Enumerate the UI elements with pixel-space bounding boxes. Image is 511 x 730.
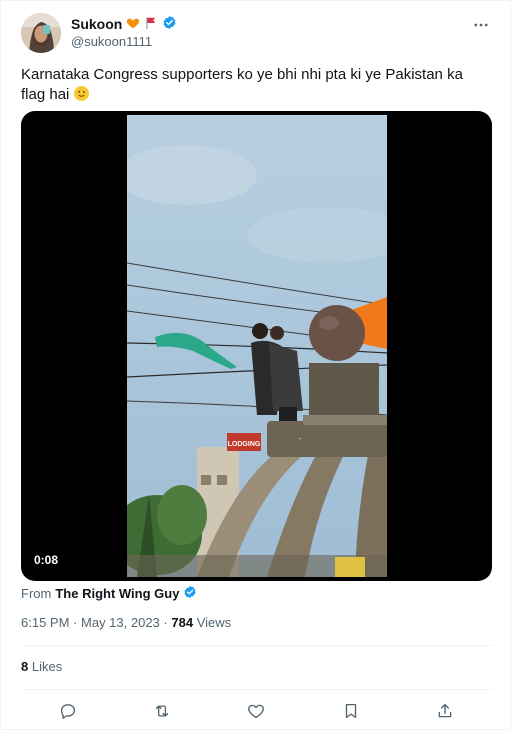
video-frame: LODGING - bbox=[127, 115, 387, 577]
author-name[interactable]: Sukoon bbox=[71, 16, 122, 32]
views-count: 784 bbox=[171, 615, 194, 630]
tweet-meta: 6:15 PM · May 13, 2023 · 784 Views bbox=[21, 615, 231, 630]
red-flag-icon bbox=[144, 16, 158, 33]
tweet-time[interactable]: 6:15 PM bbox=[21, 615, 69, 630]
action-bar bbox=[21, 697, 492, 725]
video-duration: 0:08 bbox=[29, 551, 64, 569]
tweet-header: Sukoon @sukoon1111 bbox=[21, 13, 497, 57]
svg-text:-: - bbox=[299, 434, 302, 443]
author-handle[interactable]: @sukoon1111 bbox=[71, 34, 152, 49]
likes-label: Likes bbox=[31, 659, 63, 674]
views-label: Views bbox=[196, 615, 232, 630]
tweet-card: Sukoon @sukoon1111 Karnataka Congress su… bbox=[0, 0, 511, 730]
likes-stat[interactable]: 8 Likes bbox=[21, 659, 62, 674]
attribution-source[interactable]: The Right Wing Guy bbox=[55, 586, 179, 601]
likes-count: 8 bbox=[21, 659, 29, 674]
tweet-text: Karnataka Congress supporters ko ye bhi … bbox=[21, 65, 491, 105]
orange-heart-icon bbox=[126, 16, 140, 33]
video-player[interactable]: LODGING - 0:08 bbox=[21, 111, 492, 581]
media-attribution: From The Right Wing Guy bbox=[21, 585, 197, 602]
tweet-date[interactable]: May 13, 2023 bbox=[81, 615, 160, 630]
divider bbox=[21, 689, 492, 690]
more-options-icon[interactable] bbox=[471, 15, 491, 35]
bookmark-icon[interactable] bbox=[338, 698, 364, 724]
verified-badge-icon bbox=[183, 585, 197, 602]
author-name-row: Sukoon bbox=[71, 15, 177, 33]
lodging-sign: LODGING bbox=[228, 441, 261, 448]
reply-icon[interactable] bbox=[55, 698, 81, 724]
retweet-icon[interactable] bbox=[149, 698, 175, 724]
like-icon[interactable] bbox=[243, 698, 269, 724]
slightly-smiling-face-icon bbox=[73, 86, 89, 101]
meta-separator: · bbox=[73, 615, 78, 630]
share-icon[interactable] bbox=[432, 698, 458, 724]
author-avatar[interactable] bbox=[21, 13, 61, 53]
divider bbox=[21, 645, 492, 646]
meta-separator: · bbox=[163, 615, 168, 630]
attribution-prefix: From bbox=[21, 586, 52, 601]
verified-badge-icon bbox=[162, 15, 177, 33]
